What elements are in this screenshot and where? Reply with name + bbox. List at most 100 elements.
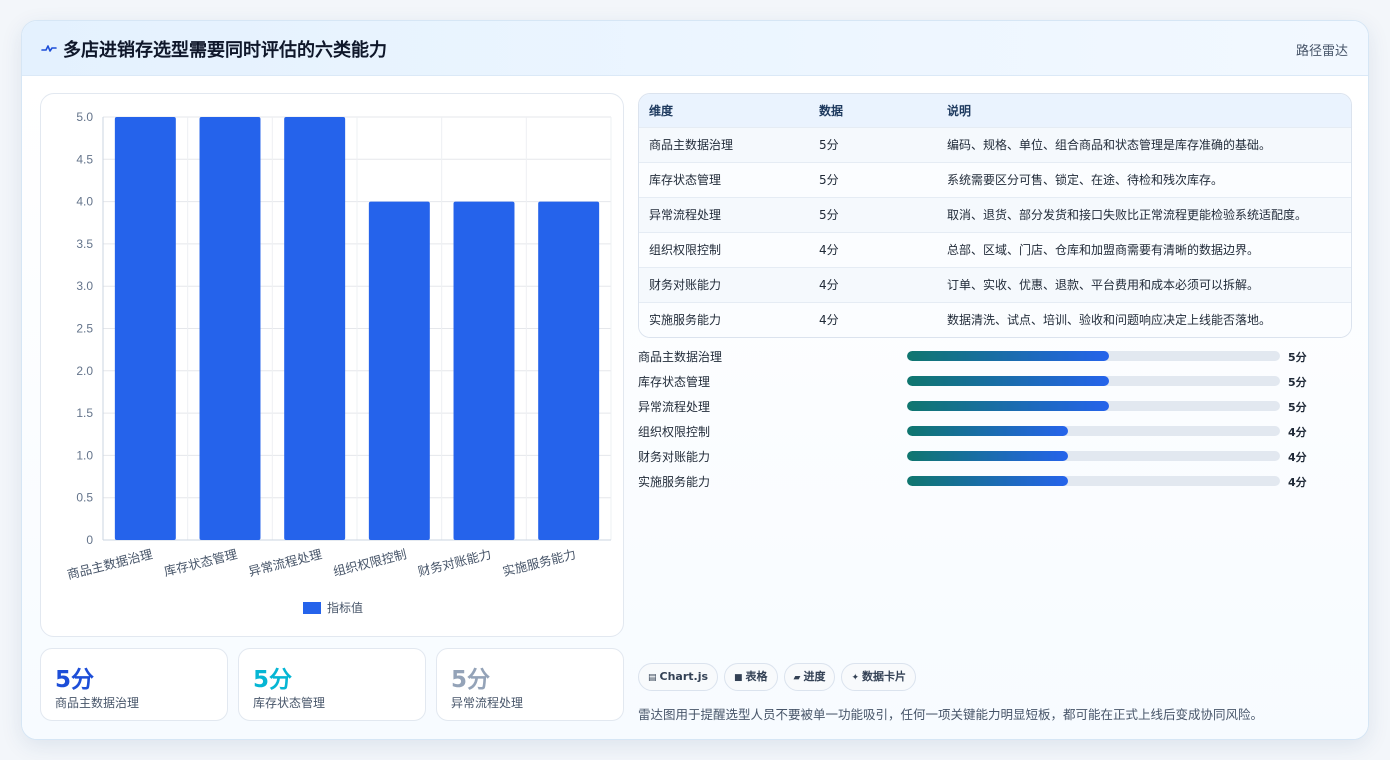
table-row: 异常流程处理 5分 取消、退货、部分发货和接口失败比正常流程更能检验系统适配度。 bbox=[639, 197, 1351, 232]
table-cell: 实施服务能力 bbox=[649, 313, 722, 328]
progress-value: 5分 bbox=[1288, 376, 1307, 389]
chip-label: 数据卡片 bbox=[862, 670, 907, 683]
progress-fill bbox=[907, 351, 1109, 361]
table-row: 财务对账能力 4分 订单、实收、优惠、退款、平台费用和成本必须可以拆解。 bbox=[639, 267, 1351, 302]
y-tick-label: 1.0 bbox=[76, 448, 93, 462]
progress-label: 异常流程处理 bbox=[638, 400, 711, 414]
y-tick-label: 0 bbox=[86, 533, 93, 547]
pulse-icon bbox=[41, 45, 57, 52]
y-tick-label: 2.5 bbox=[76, 322, 93, 336]
legend-swatch bbox=[303, 602, 321, 614]
kpi-label: 异常流程处理 bbox=[451, 696, 524, 710]
dashboard-card: 多店进销存选型需要同时评估的六类能力 路径雷达 0 0.5 1.0 1.5 2.0 2.5… bbox=[21, 20, 1369, 740]
progress-label: 库存状态管理 bbox=[638, 375, 711, 389]
tech-chips: ▤ Chart.js ■ 表格 ▰ 进度 ✦ 数据卡片 bbox=[638, 663, 922, 691]
chip-data-card[interactable]: ✦ 数据卡片 bbox=[841, 663, 917, 691]
y-tick-label: 5.0 bbox=[76, 110, 93, 124]
bar bbox=[368, 201, 430, 540]
progress-fill bbox=[907, 401, 1109, 411]
table-header-row: 维度 数据 说明 bbox=[639, 94, 1351, 127]
header-tag: 路径雷达 bbox=[1295, 44, 1348, 59]
progress-label: 组织权限控制 bbox=[638, 425, 711, 439]
table-cell: 5分 bbox=[819, 173, 839, 187]
header-bar: 多店进销存选型需要同时评估的六类能力 路径雷达 bbox=[22, 21, 1368, 76]
data-table-panel: 维度 数据 说明 商品主数据治理 5分 编码、规格、单位、组合商品和状态管理是库… bbox=[638, 93, 1352, 338]
progress-row: 财务对账能力 4分 bbox=[638, 446, 1352, 466]
progress-track bbox=[907, 376, 1280, 386]
table-cell: 取消、退货、部分发货和接口失败比正常流程更能检验系统适配度。 bbox=[947, 208, 1308, 222]
chart-panel: 0 0.5 1.0 1.5 2.0 2.5 3.0 3.5 4.0 4.5 5.0 商品主数据治理 库存… bbox=[40, 93, 624, 637]
y-tick-label: 4.0 bbox=[76, 195, 93, 209]
progress-label: 实施服务能力 bbox=[638, 475, 711, 489]
kpi-value: 5分 bbox=[55, 667, 95, 693]
kpi-card: 5分 异常流程处理 bbox=[436, 648, 624, 721]
y-tick-label: 3.0 bbox=[76, 279, 93, 293]
table-cell: 4分 bbox=[819, 278, 839, 292]
chip-table[interactable]: ■ 表格 bbox=[724, 663, 778, 691]
progress-fill bbox=[907, 451, 1069, 461]
table-cell: 组织权限控制 bbox=[649, 243, 722, 257]
table-cell: 数据清洗、试点、培训、验收和问题响应决定上线能否落地。 bbox=[947, 313, 1272, 328]
chip-progress[interactable]: ▰ 进度 bbox=[783, 663, 836, 691]
y-tick-label: 4.5 bbox=[76, 152, 93, 166]
progress-value: 4分 bbox=[1288, 476, 1307, 489]
kpi-card: 5分 商品主数据治理 bbox=[40, 648, 228, 721]
bar-chart: 0 0.5 1.0 1.5 2.0 2.5 3.0 3.5 4.0 4.5 5.0 商品主数据治理 库存… bbox=[66, 110, 612, 615]
y-tick-label: 3.5 bbox=[76, 237, 93, 251]
progress-value: 5分 bbox=[1288, 351, 1307, 364]
table-row: 组织权限控制 4分 总部、区域、门店、仓库和加盟商需要有清晰的数据边界。 bbox=[639, 232, 1351, 267]
legend-label: 指标值 bbox=[327, 600, 363, 615]
y-tick-label: 0.5 bbox=[76, 491, 93, 505]
progress-label: 财务对账能力 bbox=[638, 450, 711, 464]
table-cell: 总部、区域、门店、仓库和加盟商需要有清晰的数据边界。 bbox=[947, 243, 1260, 257]
table-cell: 订单、实收、优惠、退款、平台费用和成本必须可以拆解。 bbox=[947, 278, 1260, 292]
progress-value: 4分 bbox=[1288, 426, 1307, 439]
bar bbox=[199, 117, 261, 540]
chip-chartjs[interactable]: ▤ Chart.js bbox=[638, 663, 719, 691]
progress-value: 5分 bbox=[1288, 401, 1307, 414]
x-tick-label: 实施服务能力 bbox=[501, 546, 577, 579]
table-cell: 财务对账能力 bbox=[649, 278, 722, 292]
table-cell: 4分 bbox=[819, 243, 839, 257]
x-tick-label: 组织权限控制 bbox=[332, 546, 408, 579]
progress-row: 商品主数据治理 5分 bbox=[638, 346, 1352, 366]
page-title: 多店进销存选型需要同时评估的六类能力 bbox=[63, 40, 387, 61]
progress-label: 商品主数据治理 bbox=[638, 350, 723, 364]
data-table: 维度 数据 说明 商品主数据治理 5分 编码、规格、单位、组合商品和状态管理是库… bbox=[639, 94, 1351, 337]
table-cell: 库存状态管理 bbox=[649, 173, 722, 187]
y-tick-label: 2.0 bbox=[76, 364, 93, 378]
table-row: 实施服务能力 4分 数据清洗、试点、培训、验收和问题响应决定上线能否落地。 bbox=[639, 302, 1351, 337]
table-cell: 4分 bbox=[819, 313, 839, 328]
progress-row: 组织权限控制 4分 bbox=[638, 421, 1352, 441]
progress-fill bbox=[907, 376, 1109, 386]
chart-icon: ▤ bbox=[648, 673, 657, 683]
progress-track bbox=[907, 401, 1280, 411]
table-cell: 系统需要区分可售、锁定、在途、待检和残次库存。 bbox=[947, 173, 1224, 187]
bar bbox=[284, 117, 346, 540]
table-row: 商品主数据治理 5分 编码、规格、单位、组合商品和状态管理是库存准确的基础。 bbox=[639, 127, 1351, 162]
progress-track bbox=[907, 451, 1280, 461]
x-tick-label: 财务对账能力 bbox=[416, 546, 492, 579]
progress-row: 实施服务能力 4分 bbox=[638, 471, 1352, 491]
x-tick-label: 异常流程处理 bbox=[247, 546, 324, 579]
x-tick-label: 库存状态管理 bbox=[162, 546, 239, 579]
progress-row: 异常流程处理 5分 bbox=[638, 396, 1352, 416]
table-cell: 异常流程处理 bbox=[649, 208, 722, 222]
kpi-value: 5分 bbox=[451, 667, 491, 693]
progress-fill bbox=[907, 426, 1069, 436]
kpi-label: 商品主数据治理 bbox=[55, 696, 140, 710]
table-cell: 编码、规格、单位、组合商品和状态管理是库存准确的基础。 bbox=[947, 138, 1272, 152]
table-cell: 商品主数据治理 bbox=[649, 138, 734, 152]
progress-track bbox=[907, 476, 1280, 486]
chip-label: 表格 bbox=[745, 670, 768, 683]
kpi-label: 库存状态管理 bbox=[253, 696, 326, 710]
progress-fill bbox=[907, 476, 1069, 486]
chip-label: Chart.js bbox=[659, 670, 709, 683]
progress-track bbox=[907, 351, 1280, 361]
x-tick-label: 商品主数据治理 bbox=[66, 546, 155, 582]
kpi-card: 5分 库存状态管理 bbox=[238, 648, 426, 721]
bar bbox=[538, 201, 600, 540]
bar bbox=[453, 201, 515, 540]
table-header-cell: 维度 bbox=[649, 103, 674, 118]
chip-label: 进度 bbox=[803, 670, 826, 683]
